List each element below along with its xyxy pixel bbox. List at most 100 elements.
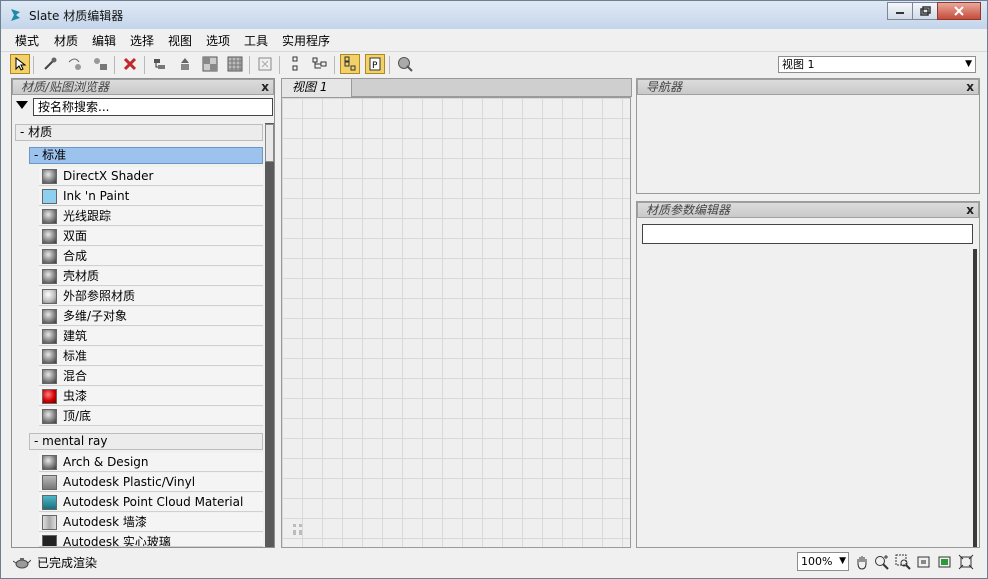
menu-utilities[interactable]: 实用程序 <box>282 32 330 49</box>
select-tool-button[interactable] <box>10 54 30 74</box>
menu-edit[interactable]: 编辑 <box>92 32 116 49</box>
subcategory-mental-ray[interactable]: - mental ray <box>29 433 263 450</box>
pick-material-button[interactable] <box>40 54 60 74</box>
zoom-extents-icon <box>917 556 930 568</box>
put-to-scene-button[interactable] <box>65 54 85 74</box>
material-item-top-bottom[interactable]: 顶/底 <box>39 407 263 426</box>
material-item-composite[interactable]: 合成 <box>39 247 263 266</box>
material-item-architectural[interactable]: 建筑 <box>39 327 263 346</box>
material-swatch-icon <box>42 329 57 344</box>
tab-view-1[interactable]: 视图 1 <box>282 79 352 97</box>
3dsmax-app-icon <box>11 9 20 21</box>
menu-material[interactable]: 材质 <box>54 32 78 49</box>
material-item-standard[interactable]: 标准 <box>39 347 263 366</box>
hide-unused-nodes-button[interactable] <box>175 54 195 74</box>
search-options-triangle-icon[interactable] <box>16 101 28 109</box>
menu-mode[interactable]: 模式 <box>15 32 39 49</box>
minimize-button[interactable] <box>887 2 913 20</box>
svg-text:P: P <box>372 61 378 71</box>
eyedropper-icon <box>44 57 57 70</box>
material-map-navigator-button[interactable] <box>340 54 360 74</box>
parameter-name-input[interactable] <box>642 224 973 244</box>
render-teapot-icon <box>13 558 31 569</box>
material-swatch-icon <box>42 229 57 244</box>
parameter-editor-close-icon[interactable]: x <box>966 203 974 217</box>
show-background-button[interactable] <box>225 54 245 74</box>
material-swatch-icon <box>42 169 57 184</box>
zoom-region-icon <box>895 554 911 570</box>
subcategory-standard[interactable]: - 标准 <box>29 147 263 164</box>
browser-scrollbar[interactable] <box>265 123 274 547</box>
material-item-shellac[interactable]: 虫漆 <box>39 387 263 406</box>
parameter-editor-title: 材质参数编辑器 <box>646 203 731 217</box>
zoom-button[interactable] <box>873 553 891 571</box>
status-text: 已完成渲染 <box>37 556 98 570</box>
layout-icon <box>258 57 272 71</box>
category-materials[interactable]: - 材质 <box>15 124 263 141</box>
assign-material-button[interactable] <box>90 54 110 74</box>
maximize-view-icon <box>958 554 974 570</box>
hierarchy-button[interactable] <box>310 54 330 74</box>
delete-button[interactable] <box>120 54 140 74</box>
menu-tools[interactable]: 工具 <box>244 32 268 49</box>
material-item-arch-design[interactable]: Arch & Design <box>39 453 263 472</box>
material-item-directx-shader[interactable]: DirectX Shader <box>39 167 263 186</box>
menu-select[interactable]: 选择 <box>130 32 154 49</box>
navigator-header: 导航器 x <box>637 79 979 95</box>
menu-bar: 模式 材质 编辑 选择 视图 选项 工具 实用程序 <box>1 30 987 50</box>
menu-view[interactable]: 视图 <box>168 32 192 49</box>
material-item-point-cloud[interactable]: Autodesk Point Cloud Material <box>39 493 263 512</box>
material-item-shell[interactable]: 壳材质 <box>39 267 263 286</box>
material-item-xref[interactable]: 外部参照材质 <box>39 287 263 306</box>
pan-button[interactable] <box>853 553 871 571</box>
material-globe-icon <box>398 57 413 72</box>
zoom-extents-button[interactable] <box>915 553 933 571</box>
layout-children-button[interactable] <box>285 54 305 74</box>
close-window-button[interactable] <box>937 2 981 20</box>
parameter-editor-button[interactable]: P <box>365 54 385 74</box>
material-swatch-icon <box>42 209 57 224</box>
material-item-ink-n-paint[interactable]: Ink 'n Paint <box>39 187 263 206</box>
active-view-select[interactable]: 视图 1 ▼ <box>778 56 976 73</box>
layout-children-icon <box>292 56 298 71</box>
toolbar: P 视图 1 ▼ <box>1 51 987 78</box>
material-swatch-icon <box>42 309 57 324</box>
material-item-double-sided[interactable]: 双面 <box>39 227 263 246</box>
assign-material-icon <box>94 58 107 70</box>
material-item-multi-sub[interactable]: 多维/子对象 <box>39 307 263 326</box>
move-children-icon <box>154 59 165 69</box>
restore-button[interactable] <box>912 2 938 20</box>
zoom-region-button[interactable] <box>894 553 912 571</box>
material-swatch-icon <box>42 475 57 490</box>
material-swatch-icon <box>42 389 57 404</box>
material-swatch-icon <box>42 189 57 204</box>
material-swatch-icon <box>42 535 57 546</box>
zoom-extents-selected-button[interactable] <box>936 553 954 571</box>
maximize-view-button[interactable] <box>957 553 975 571</box>
node-view-canvas[interactable] <box>281 97 631 548</box>
minimize-icon <box>896 12 904 14</box>
browser-search-input[interactable]: 按名称搜索... <box>33 98 273 116</box>
material-item-raytrace[interactable]: 光线跟踪 <box>39 207 263 226</box>
browser-title: 材质/贴图浏览器 <box>21 80 110 94</box>
show-map-button[interactable] <box>200 54 220 74</box>
material-item-solid-glass[interactable]: Autodesk 实心玻璃 <box>39 533 263 547</box>
browser-header: 材质/贴图浏览器 x <box>12 79 274 95</box>
parameter-icon: P <box>369 57 381 71</box>
material-swatch-icon <box>42 369 57 384</box>
browser-close-icon[interactable]: x <box>261 80 269 94</box>
select-by-material-button[interactable] <box>395 54 415 74</box>
restore-icon <box>919 6 931 16</box>
material-item-blend[interactable]: 混合 <box>39 367 263 386</box>
move-children-button[interactable] <box>150 54 170 74</box>
parameter-scrollbar[interactable] <box>973 249 977 547</box>
material-swatch-icon <box>42 289 57 304</box>
navigator-close-icon[interactable]: x <box>966 80 974 94</box>
zoom-select[interactable]: 100% ▼ <box>797 552 849 571</box>
navigator-title: 导航器 <box>646 80 683 94</box>
layout-button[interactable] <box>255 54 275 74</box>
browser-scroll-thumb[interactable] <box>265 124 274 162</box>
material-item-autodesk-plastic[interactable]: Autodesk Plastic/Vinyl <box>39 473 263 492</box>
material-item-wall-paint[interactable]: Autodesk 墙漆 <box>39 513 263 532</box>
menu-options[interactable]: 选项 <box>206 32 230 49</box>
